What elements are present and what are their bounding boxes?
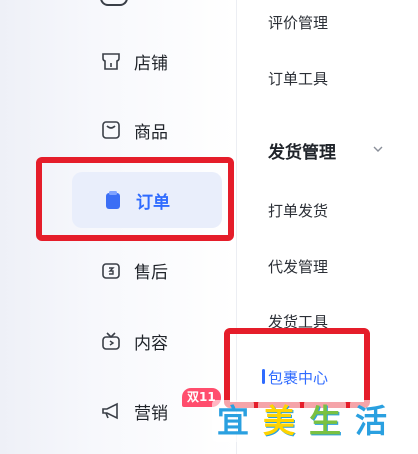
watermark-char: 生 <box>304 400 346 442</box>
submenu-item[interactable]: 代发管理 <box>268 256 328 277</box>
highlight-box-order <box>36 157 234 241</box>
content-icon <box>100 330 122 352</box>
nav-item-content[interactable]: 内容 <box>88 313 228 369</box>
nav-item-label: 店铺 <box>134 53 168 74</box>
after-sales-icon <box>100 259 122 281</box>
watermark-char: 宜 <box>212 400 254 442</box>
submenu-item[interactable]: 打单发货 <box>268 200 328 221</box>
submenu-group-title[interactable]: 发货管理 <box>268 138 336 163</box>
watermark-char: 活 <box>350 400 392 442</box>
watermark: 宜 美 生 活 <box>212 400 392 442</box>
submenu-item[interactable]: 评价管理 <box>268 12 328 33</box>
nav-item-shop[interactable]: 店铺 <box>88 33 228 89</box>
nav-item-label: 商品 <box>134 122 168 143</box>
nav-item-after-sales[interactable]: 售后 <box>88 242 228 298</box>
nav-item-label: 营销 <box>134 403 168 424</box>
marketing-icon <box>100 400 122 422</box>
nav-item-label: 内容 <box>134 333 168 354</box>
nav-item-label: 售后 <box>134 262 168 283</box>
nav-item-product[interactable]: 商品 <box>88 102 228 158</box>
chevron-down-icon[interactable] <box>372 143 384 155</box>
submenu-item[interactable]: 订单工具 <box>268 68 328 89</box>
shop-icon <box>100 50 122 72</box>
product-icon <box>100 119 122 141</box>
highlight-box-package-center <box>224 328 370 408</box>
watermark-char: 美 <box>258 400 300 442</box>
